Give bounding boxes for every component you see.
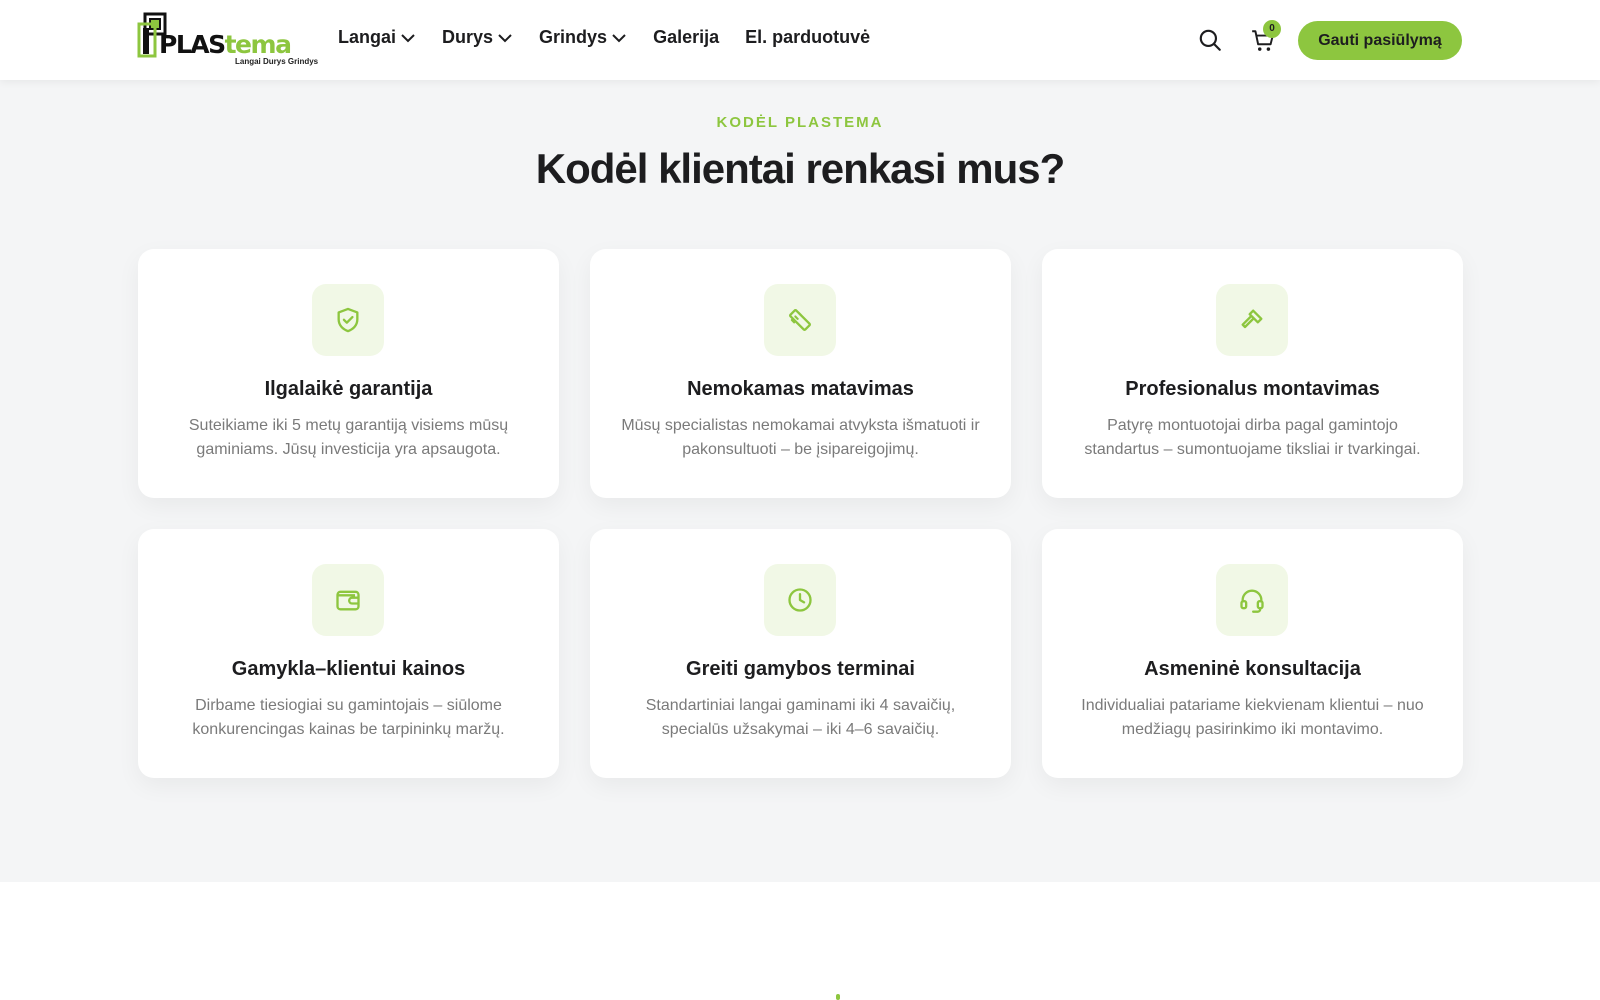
nav-item-grindys[interactable]: Grindys — [539, 27, 627, 48]
feature-text: Suteikiame iki 5 metų garantiją visiems … — [188, 417, 509, 458]
nav-item-label: El. parduotuvė — [745, 27, 871, 47]
feature-title: Gamykla–klientui kainos — [231, 658, 466, 680]
feature-icon-box — [764, 284, 836, 356]
feature-title: Asmeninė konsultacija — [1144, 658, 1361, 680]
section-heading: Kodėl klientai renkasi mus? — [535, 145, 1066, 192]
feature-text: Individualiai patariame kiekvienam klien… — [1081, 697, 1424, 738]
feature-card-consultation: Asmeninė konsultacija Individualiai pata… — [1042, 529, 1463, 778]
feature-card-measuring: Nemokamas matavimas Mūsų specialistas ne… — [590, 249, 1011, 498]
nav-item-label: Durys — [442, 27, 494, 47]
feature-text: Mūsų specialistas nemokamai atvyksta išm… — [621, 417, 980, 458]
section-eyebrow: KODĖL PLASTEMA — [716, 114, 884, 131]
why-us-section: KODĖL PLASTEMA Kodėl klientai renkasi mu… — [0, 80, 1600, 882]
feature-icon-box — [1216, 564, 1288, 636]
nav-item-durys[interactable]: Durys — [442, 27, 513, 48]
nav-item-label: Grindys — [539, 27, 608, 47]
ruler-icon — [789, 309, 811, 331]
site-header: PLAStema Langai Durys Grindys Langai Dur… — [0, 0, 1600, 80]
feature-title: Profesionalus montavimas — [1125, 378, 1380, 400]
nav-item-el-parduotuve[interactable]: El. parduotuvė — [745, 27, 870, 48]
feature-text: Dirbame tiesiogiai su gamintojais – siūl… — [192, 697, 505, 738]
feature-icon-box — [1216, 284, 1288, 356]
next-section — [0, 882, 1600, 1000]
accent-dot — [836, 994, 840, 1000]
main-nav: Langai Durys Grindys Galerija El. parduo… — [338, 27, 896, 48]
wallet-icon — [336, 590, 360, 611]
nav-item-label: Langai — [338, 27, 397, 47]
nav-item-langai[interactable]: Langai — [338, 27, 416, 48]
feature-icon-box — [764, 564, 836, 636]
feature-title: Nemokamas matavimas — [687, 378, 914, 400]
logo[interactable]: PLAStema Langai Durys Grindys — [137, 12, 318, 68]
logo-tagline: Langai Durys Grindys — [235, 57, 319, 66]
feature-text: Standartiniai langai gaminami iki 4 sava… — [645, 697, 956, 738]
feature-icon-box — [312, 564, 384, 636]
nav-item-label: Galerija — [653, 27, 720, 47]
get-offer-button[interactable]: Gauti pasiūlymą — [1298, 21, 1462, 60]
feature-card-installation: Profesionalus montavimas Patyrę montuoto… — [1042, 249, 1463, 498]
shield-check-icon — [337, 307, 359, 333]
hammer-icon — [1241, 309, 1263, 329]
feature-icon-box — [312, 284, 384, 356]
chevron-down-icon — [498, 33, 512, 42]
chevron-down-icon — [401, 33, 415, 42]
chevron-down-icon — [612, 33, 626, 42]
nav-item-galerija[interactable]: Galerija — [653, 27, 719, 48]
cart-count-badge: 0 — [1263, 20, 1281, 38]
headset-icon — [1240, 589, 1264, 613]
feature-card-prices: Gamykla–klientui kainos Dirbame tiesiogi… — [138, 529, 559, 778]
logo-wordmark: PLAStema — [159, 30, 292, 59]
feature-title: Ilgalaikė garantija — [264, 378, 433, 400]
search-icon[interactable] — [1197, 27, 1223, 53]
clock-icon — [788, 588, 812, 612]
feature-card-lead-times: Greiti gamybos terminai Standartiniai la… — [590, 529, 1011, 778]
feature-title: Greiti gamybos terminai — [686, 658, 915, 680]
feature-text: Patyrę montuotojai dirba pagal gamintojo… — [1084, 417, 1421, 458]
feature-card-warranty: Ilgalaikė garantija Suteikiame iki 5 met… — [138, 249, 559, 498]
